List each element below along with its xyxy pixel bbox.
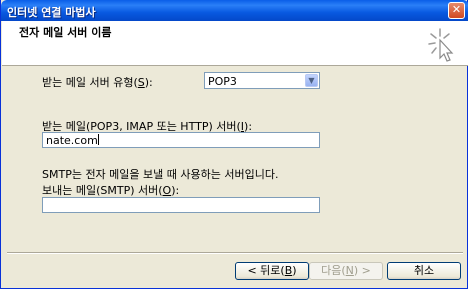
incoming-server-value: nate.com (46, 134, 99, 147)
wizard-window: 인터넷 연결 마법사 ✕ 전자 메일 서버 이름 받는 메일 서버 유형(S):… (0, 0, 468, 289)
incoming-type-label: 받는 메일 서버 유형(S): (42, 76, 153, 89)
outgoing-server-label: 보내는 메일(SMTP) 서버(O): (42, 184, 180, 197)
chevron-down-icon[interactable]: ▼ (305, 74, 318, 87)
close-button[interactable]: ✕ (448, 2, 465, 19)
wizard-header: 전자 메일 서버 이름 (2, 21, 468, 66)
incoming-type-value: POP3 (208, 75, 237, 88)
smtp-note: SMTP는 전자 메일을 보낼 때 사용하는 서버입니다. (42, 168, 279, 181)
text-caret (97, 134, 99, 145)
back-button[interactable]: < 뒤로(B) (235, 262, 309, 280)
incoming-type-select[interactable]: POP3 ▼ (204, 72, 320, 89)
page-title: 전자 메일 서버 이름 (19, 26, 112, 39)
wizard-sparkle-icon (428, 28, 454, 62)
title-bar[interactable]: 인터넷 연결 마법사 ✕ (1, 0, 468, 21)
outgoing-server-input[interactable] (42, 197, 320, 213)
button-separator (7, 252, 463, 254)
incoming-server-input[interactable]: nate.com (42, 132, 320, 148)
cancel-button[interactable]: 취소 (387, 262, 461, 280)
window-title: 인터넷 연결 마법사 (7, 6, 96, 19)
next-button[interactable]: 다음(N) > (309, 262, 383, 280)
